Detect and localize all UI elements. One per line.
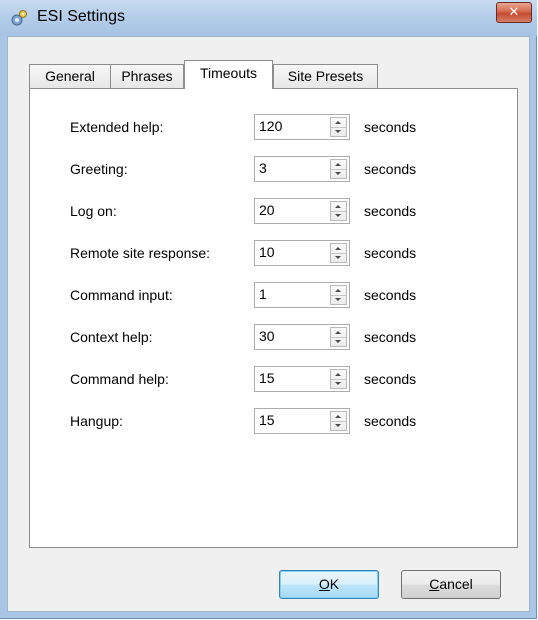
unit-label: seconds — [364, 119, 417, 135]
greeting-value[interactable]: 3 — [259, 160, 267, 176]
greeting-label: Greeting: — [70, 161, 128, 177]
hangup-label: Hangup: — [70, 413, 123, 429]
unit-label: seconds — [364, 161, 417, 177]
context-help-label: Context help: — [70, 329, 153, 345]
spin-down-arrow-icon[interactable] — [331, 337, 346, 346]
unit-label: seconds — [364, 245, 417, 261]
log-on-spinbox[interactable]: 20 — [254, 198, 350, 224]
close-button[interactable]: ✕ — [496, 2, 532, 23]
command-help-spinbox[interactable]: 15 — [254, 366, 350, 392]
tab-timeouts[interactable]: Timeouts — [184, 60, 273, 89]
settings-window: ESI Settings ✕ General Phrases Timeouts … — [0, 0, 537, 619]
window-title: ESI Settings — [37, 8, 126, 25]
spin-down-arrow-icon[interactable] — [331, 421, 346, 430]
unit-label: seconds — [364, 413, 417, 429]
command-input-value[interactable]: 1 — [259, 286, 267, 302]
spin-buttons — [330, 201, 347, 221]
settings-app-icon — [11, 10, 27, 26]
ok-accelerator: O — [318, 576, 330, 592]
tab-site-presets[interactable]: Site Presets — [273, 64, 378, 88]
spin-down-arrow-icon[interactable] — [331, 211, 346, 220]
spin-buttons — [330, 369, 347, 389]
context-help-spinbox[interactable]: 30 — [254, 324, 350, 350]
remote-site-response-label: Remote site response: — [70, 245, 211, 261]
spin-down-arrow-icon[interactable] — [331, 379, 346, 388]
unit-label: seconds — [364, 371, 417, 387]
spin-buttons — [330, 159, 347, 179]
command-help-value[interactable]: 15 — [259, 370, 275, 386]
unit-label: seconds — [364, 287, 417, 303]
extended-help-spinbox[interactable]: 120 — [254, 114, 350, 140]
unit-label: seconds — [364, 329, 417, 345]
spin-down-arrow-icon[interactable] — [331, 169, 346, 178]
ok-button[interactable]: OK — [279, 570, 379, 599]
dialog-body: General Phrases Timeouts Site Presets Ex… — [7, 36, 530, 612]
command-input-spinbox[interactable]: 1 — [254, 282, 350, 308]
tab-phrases[interactable]: Phrases — [110, 64, 184, 88]
spin-buttons — [330, 243, 347, 263]
spin-down-arrow-icon[interactable] — [331, 127, 346, 136]
log-on-value[interactable]: 20 — [259, 202, 275, 218]
extended-help-label: Extended help: — [70, 119, 164, 135]
spin-buttons — [330, 285, 347, 305]
tab-general[interactable]: General — [29, 64, 111, 88]
hangup-spinbox[interactable]: 15 — [254, 408, 350, 434]
cancel-label-rest: ancel — [439, 576, 473, 592]
spin-down-arrow-icon[interactable] — [331, 295, 346, 304]
title-bar[interactable]: ESI Settings ✕ — [0, 0, 537, 36]
remote-site-response-spinbox[interactable]: 10 — [254, 240, 350, 266]
hangup-value[interactable]: 15 — [259, 412, 275, 428]
spin-down-arrow-icon[interactable] — [331, 253, 346, 262]
spin-buttons — [330, 327, 347, 347]
ok-label-rest: K — [329, 576, 340, 592]
remote-site-response-value[interactable]: 10 — [259, 244, 275, 260]
timeouts-panel: Extended help: 120 seconds Greeting: 3 s… — [29, 88, 518, 548]
log-on-label: Log on: — [70, 203, 117, 219]
cancel-button[interactable]: Cancel — [401, 570, 501, 599]
extended-help-value[interactable]: 120 — [259, 118, 282, 134]
command-input-label: Command input: — [70, 287, 173, 303]
command-help-label: Command help: — [70, 371, 169, 387]
cancel-accelerator: C — [429, 576, 440, 592]
spin-buttons — [330, 117, 347, 137]
spin-buttons — [330, 411, 347, 431]
unit-label: seconds — [364, 203, 417, 219]
greeting-spinbox[interactable]: 3 — [254, 156, 350, 182]
context-help-value[interactable]: 30 — [259, 328, 275, 344]
